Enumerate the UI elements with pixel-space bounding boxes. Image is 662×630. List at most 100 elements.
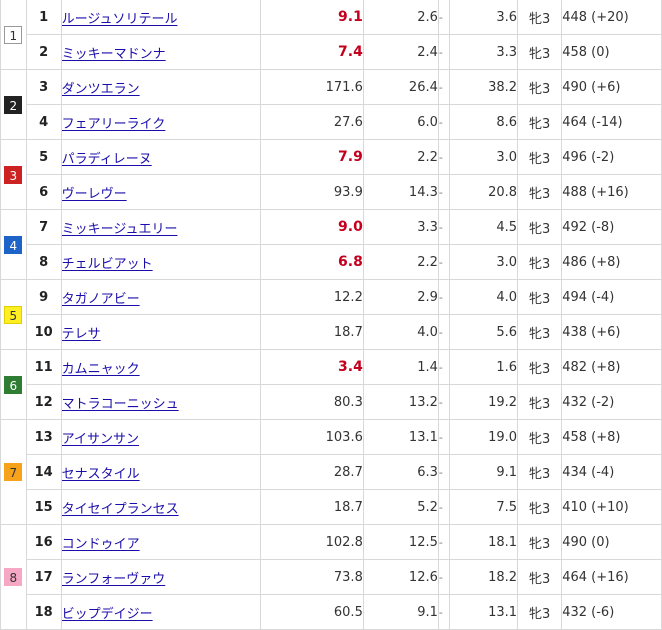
horse-number: 4 [25, 104, 62, 140]
sex-age: 牝3 [517, 139, 563, 175]
horse-name-link[interactable]: ヴーレヴー [62, 187, 127, 202]
place-odds-separator: - [437, 594, 451, 630]
horse-name-link[interactable]: ダンツエラン [62, 82, 140, 97]
place-odds-separator: - [437, 104, 451, 140]
waku-cell: 6 [0, 349, 27, 420]
sex-age: 牝3 [517, 279, 563, 315]
place-odds-low: 13.2 [362, 384, 439, 420]
place-odds-separator: - [437, 419, 451, 455]
horse-name-link[interactable]: ランフォーヴァウ [62, 572, 165, 587]
win-odds: 6.8 [260, 244, 364, 280]
place-odds-low: 2.2 [362, 139, 439, 175]
place-odds-low: 4.0 [362, 314, 439, 350]
sex-age: 牝3 [517, 314, 563, 350]
horse-number: 10 [25, 314, 62, 350]
horse-name-link[interactable]: チェルビアット [62, 257, 153, 272]
sex-age: 牝3 [517, 489, 563, 525]
horse-name-link[interactable]: ビップデイジー [62, 607, 153, 622]
waku-badge: 7 [4, 463, 23, 481]
horse-name-cell: ミッキージュエリー [60, 209, 262, 245]
win-odds: 28.7 [260, 454, 364, 490]
win-odds: 12.2 [260, 279, 364, 315]
table-row: 6 ヴーレヴー 93.9 14.3-20.8 牝3 488 (+16) [1, 174, 662, 210]
horse-name-cell: カムニャック [60, 349, 262, 385]
horse-number: 16 [25, 524, 62, 560]
waku-badge: 1 [4, 25, 23, 44]
horse-name-cell: ルージュソリテール [60, 0, 262, 35]
place-odds-high: 13.1 [449, 594, 519, 630]
place-odds-high: 4.0 [449, 279, 519, 315]
horse-weight: 486 (+8) [561, 244, 662, 280]
place-odds-high: 18.1 [449, 524, 519, 560]
horse-name-link[interactable]: ルージュソリテール [62, 12, 177, 27]
waku-cell: 2 [0, 69, 27, 140]
waku-cell: 7 [0, 419, 27, 525]
win-odds: 73.8 [260, 559, 364, 595]
horse-weight: 438 (+6) [561, 314, 662, 350]
horse-name-link[interactable]: タガノアビー [62, 292, 140, 307]
horse-weight: 464 (+16) [561, 559, 662, 595]
place-odds-separator: - [437, 209, 451, 245]
horse-number: 6 [25, 174, 62, 210]
place-odds-high: 18.2 [449, 559, 519, 595]
horse-weight: 494 (-4) [561, 279, 662, 315]
table-row: 8 チェルビアット 6.8 2.2-3.0 牝3 486 (+8) [1, 244, 662, 280]
horse-name-cell: ビップデイジー [60, 594, 262, 630]
horse-name-cell: タイセイプランセス [60, 489, 262, 525]
horse-name-link[interactable]: コンドゥイア [62, 537, 140, 552]
place-odds-low: 2.9 [362, 279, 439, 315]
place-odds-low: 12.6 [362, 559, 439, 595]
waku-badge: 3 [4, 165, 23, 184]
horse-name-cell: ランフォーヴァウ [60, 559, 262, 595]
place-odds-high: 3.0 [449, 244, 519, 280]
win-odds: 9.0 [260, 209, 364, 245]
horse-name-link[interactable]: ミッキージュエリー [62, 222, 177, 237]
place-odds-separator: - [437, 34, 451, 70]
place-odds-low: 13.1 [362, 419, 439, 455]
horse-name-cell: フェアリーライク [60, 104, 262, 140]
place-odds-separator: - [437, 244, 451, 280]
horse-weight: 432 (-2) [561, 384, 662, 420]
horse-name-link[interactable]: パラディレーヌ [62, 152, 152, 167]
place-odds-low: 6.0 [362, 104, 439, 140]
horse-number: 17 [25, 559, 62, 595]
sex-age: 牝3 [517, 384, 563, 420]
sex-age: 牝3 [517, 69, 563, 105]
horse-weight: 492 (-8) [561, 209, 662, 245]
table-row: 15 タイセイプランセス 18.7 5.2-7.5 牝3 410 (+10) [1, 489, 662, 525]
horse-weight: 488 (+16) [561, 174, 662, 210]
table-row: 2 ミッキーマドンナ 7.4 2.4-3.3 牝3 458 (0) [1, 34, 662, 70]
horse-name-link[interactable]: ミッキーマドンナ [62, 47, 166, 62]
table-row: 17 ランフォーヴァウ 73.8 12.6-18.2 牝3 464 (+16) [1, 559, 662, 595]
horse-name-cell: チェルビアット [60, 244, 262, 280]
horse-weight: 410 (+10) [561, 489, 662, 525]
place-odds-low: 12.5 [362, 524, 439, 560]
horse-name-link[interactable]: マトラコーニッシュ [62, 397, 179, 412]
place-odds-high: 38.2 [449, 69, 519, 105]
place-odds-separator: - [437, 454, 451, 490]
horse-name-cell: ミッキーマドンナ [60, 34, 262, 70]
win-odds: 103.6 [260, 419, 364, 455]
horse-name-link[interactable]: アイサンサン [62, 432, 139, 447]
horse-name-link[interactable]: フェアリーライク [62, 117, 165, 132]
place-odds-low: 26.4 [362, 69, 439, 105]
horse-weight: 458 (0) [561, 34, 662, 70]
place-odds-high: 8.6 [449, 104, 519, 140]
horse-number: 14 [25, 454, 62, 490]
horse-name-cell: セナスタイル [60, 454, 262, 490]
table-row: 12 マトラコーニッシュ 80.3 13.2-19.2 牝3 432 (-2) [1, 384, 662, 420]
horse-number: 12 [25, 384, 62, 420]
place-odds-high: 1.6 [449, 349, 519, 385]
horse-number: 5 [25, 139, 62, 175]
horse-name-link[interactable]: カムニャック [62, 362, 140, 377]
table-row: 10 テレサ 18.7 4.0-5.6 牝3 438 (+6) [1, 314, 662, 350]
horse-name-link[interactable]: セナスタイル [62, 467, 140, 482]
horse-name-link[interactable]: タイセイプランセス [62, 502, 179, 517]
waku-cell: 4 [0, 209, 27, 280]
place-odds-separator: - [437, 559, 451, 595]
horse-name-link[interactable]: テレサ [62, 327, 101, 342]
place-odds-low: 5.2 [362, 489, 439, 525]
horse-number: 15 [25, 489, 62, 525]
sex-age: 牝3 [517, 104, 563, 140]
place-odds-high: 9.1 [449, 454, 519, 490]
